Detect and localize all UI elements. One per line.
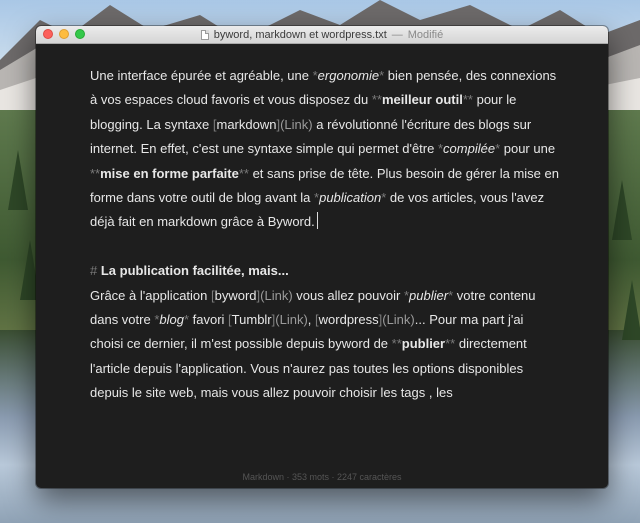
wallpaper-tree <box>8 150 28 210</box>
close-icon[interactable] <box>43 29 53 39</box>
section-heading: # La publication facilitée, mais... <box>90 259 560 283</box>
paragraph-publication: Grâce à l'application [byword](Link) vou… <box>90 284 560 406</box>
title-bar[interactable]: byword, markdown et wordpress.txt — Modi… <box>36 26 608 44</box>
bold-text: meilleur outil <box>381 92 463 108</box>
italic-text: compilée <box>443 141 496 157</box>
italic-text: blog <box>159 312 184 328</box>
text-run: Grâce à l'application <box>90 287 211 303</box>
document-icon[interactable] <box>200 29 209 40</box>
italic-text: ergonomie <box>317 68 380 83</box>
heading-text: La publication facilitée, mais... <box>100 263 289 279</box>
link-url: (Link) <box>280 116 313 132</box>
link-text: byword <box>214 287 257 303</box>
text-run: pour une <box>500 141 556 157</box>
heading-marker: # <box>90 263 98 279</box>
text-cursor <box>316 212 318 230</box>
link-url: (Link) <box>260 287 293 303</box>
italic-text: publier <box>409 287 449 303</box>
document-state: Modifié <box>407 28 444 41</box>
bold-text: publier <box>401 336 446 352</box>
text-run: , <box>307 312 316 328</box>
window-title: byword, markdown et wordpress.txt — Modi… <box>200 28 444 41</box>
text-run: favori <box>189 312 229 328</box>
link-text: wordpress <box>318 312 379 328</box>
title-separator: — <box>391 28 403 41</box>
link-url: (Link) <box>382 312 415 328</box>
bold-marker: ** <box>238 165 249 181</box>
text-editor[interactable]: Une interface épurée et agréable, une *e… <box>90 64 560 406</box>
status-bar: Markdown · 353 mots · 2247 caractères <box>242 472 402 482</box>
text-run: Une interface épurée et agréable, une <box>90 68 313 83</box>
text-run: vous allez pouvoir <box>292 287 404 303</box>
bold-marker: ** <box>371 92 382 108</box>
bold-marker: ** <box>391 336 402 352</box>
editor-window: byword, markdown et wordpress.txt — Modi… <box>36 26 608 488</box>
link-url: (Link) <box>275 312 308 328</box>
zoom-icon[interactable] <box>75 29 85 39</box>
bold-marker: ** <box>90 165 101 181</box>
link-text: markdown <box>216 116 277 132</box>
wallpaper-tree <box>612 180 632 240</box>
minimize-icon[interactable] <box>59 29 69 39</box>
bold-marker: ** <box>445 336 456 352</box>
paragraph-intro: Une interface épurée et agréable, une *e… <box>90 64 560 235</box>
link-text: Tumblr <box>231 312 272 328</box>
bold-marker: ** <box>462 92 473 108</box>
italic-text: publication <box>319 190 382 206</box>
window-controls <box>43 29 85 39</box>
document-filename: byword, markdown et wordpress.txt <box>213 28 387 41</box>
bold-text: mise en forme parfaite <box>100 165 239 181</box>
wallpaper-tree <box>622 280 640 340</box>
